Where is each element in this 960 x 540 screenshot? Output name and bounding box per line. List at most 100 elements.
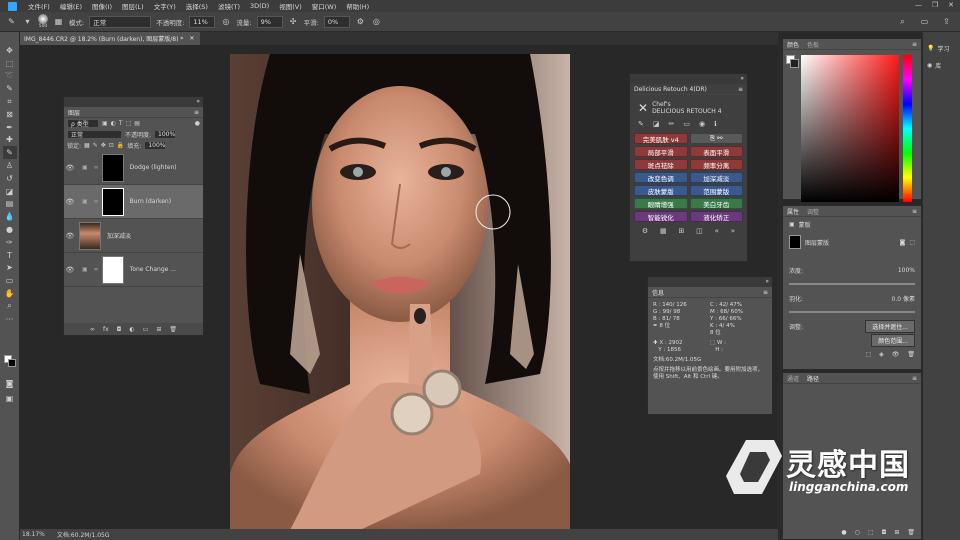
color-tab[interactable]: 颜色 — [787, 40, 799, 49]
liquify-button[interactable]: 液化矫正 — [689, 211, 743, 222]
eye-enhance-button[interactable]: 眼睛增强 — [634, 198, 688, 209]
close-tab-icon[interactable]: ✕ — [189, 35, 194, 42]
brush-settings-icon[interactable]: ▦ — [53, 16, 64, 27]
chain-link-icon[interactable]: ∞ — [94, 266, 99, 273]
portrait-photo[interactable] — [230, 54, 570, 530]
menu-3d[interactable]: 3D(D) — [245, 2, 274, 10]
channels-tab[interactable]: 通道 — [787, 374, 799, 383]
visibility-eye-icon[interactable]: 👁 — [64, 164, 76, 172]
trash-icon[interactable]: 🗑 — [169, 326, 177, 333]
menu-type[interactable]: 文字(Y) — [149, 1, 181, 11]
fx-icon[interactable]: fx — [103, 326, 109, 333]
pressure-opacity-icon[interactable]: ◎ — [220, 16, 231, 27]
filter-toggle-icon[interactable]: ● — [195, 120, 200, 127]
brush-icon[interactable]: ✎ — [638, 120, 644, 128]
quick-select-tool-icon[interactable]: ✎ — [3, 82, 17, 95]
collapse-icon[interactable]: » — [196, 98, 200, 105]
layers-icon[interactable]: ◫ — [696, 227, 703, 235]
grid-icon[interactable]: ⊞ — [678, 227, 684, 235]
lock-paint-icon[interactable]: ✎ — [93, 142, 98, 149]
toggle-mask-icon[interactable]: 👁 — [892, 351, 900, 358]
lock-transparent-icon[interactable]: ▦ — [84, 142, 90, 149]
retouch-panel-header[interactable]: » — [630, 74, 747, 84]
zoom-level[interactable]: 18.17% — [22, 531, 45, 538]
density-slider[interactable] — [789, 283, 915, 285]
stamp-tool-icon[interactable]: ♙ — [3, 159, 17, 172]
info-tab[interactable]: 信息 ≡ — [648, 287, 772, 298]
crop-tool-icon[interactable]: ⌗ — [3, 95, 17, 108]
layer-row-selected[interactable]: 👁 ▣ ∞ Burn (darken) — [64, 185, 203, 219]
eraser-tool-icon[interactable]: ◪ — [3, 185, 17, 198]
blend-mode-select[interactable]: 正常 — [67, 130, 122, 139]
healing-tool-icon[interactable]: ✚ — [3, 134, 17, 147]
path-select-tool-icon[interactable]: ➤ — [3, 262, 17, 275]
menu-window[interactable]: 窗口(W) — [307, 1, 342, 11]
dodge-tool-icon[interactable]: ● — [3, 223, 17, 236]
menu-edit[interactable]: 编辑(E) — [55, 1, 87, 11]
settings-icon[interactable]: ⚙ — [642, 227, 648, 235]
prev-icon[interactable]: « — [715, 227, 719, 235]
delete-mask-icon[interactable]: 🗑 — [907, 351, 915, 358]
menu-view[interactable]: 视图(V) — [274, 1, 307, 11]
opacity-field[interactable]: 11% — [189, 15, 216, 28]
brush-preset-picker[interactable]: 500 — [38, 14, 48, 29]
pixel-mask-icon[interactable]: ▣ — [789, 221, 795, 228]
share-icon[interactable]: ⇪ — [941, 16, 952, 27]
range-mask-button[interactable]: 范围蒙版 — [689, 185, 743, 196]
brush-tool-icon[interactable]: ✎ — [6, 16, 17, 27]
load-selection-icon[interactable]: ⬚ — [865, 351, 871, 358]
layer-kind-filter[interactable]: ρ 类型 — [67, 119, 99, 128]
menu-select[interactable]: 选择(S) — [181, 1, 213, 11]
color-picker-field[interactable] — [801, 55, 899, 202]
add-mask-icon[interactable]: ◘ — [117, 326, 122, 333]
path-to-selection-icon[interactable]: ⬚ — [868, 529, 874, 536]
layer-mask-thumbnail[interactable] — [101, 187, 124, 216]
restore-icon[interactable]: ❐ — [932, 1, 938, 9]
zoom-tool-icon[interactable]: ⌕ — [3, 300, 17, 313]
hue-slider[interactable] — [903, 55, 912, 202]
density-value[interactable]: 100% — [898, 267, 915, 274]
apply-mask-icon[interactable]: ◈ — [879, 351, 884, 358]
history-brush-tool-icon[interactable]: ↺ — [3, 172, 17, 185]
screen-mode-icon[interactable]: ▣ — [3, 392, 17, 405]
spot-removal-button[interactable]: 斑点祛除 — [634, 159, 688, 170]
mask-icon[interactable]: ▭ — [683, 120, 690, 128]
airbrush-icon[interactable]: ✣ — [288, 16, 299, 27]
gear-icon[interactable]: ⚙ — [355, 16, 366, 27]
chevron-down-icon[interactable]: ▾ — [22, 16, 33, 27]
layer-mask-thumbnail[interactable] — [101, 255, 124, 284]
next-icon[interactable]: » — [731, 227, 735, 235]
gradient-tool-icon[interactable]: ▤ — [3, 198, 17, 211]
mode-select[interactable]: 正常 — [89, 15, 152, 28]
marquee-tool-icon[interactable]: ⬚ — [3, 57, 17, 70]
fill-field[interactable]: 100% — [144, 141, 167, 150]
panel-menu-icon[interactable]: ≡ — [912, 375, 917, 382]
adjustment-icon[interactable]: ◐ — [129, 326, 134, 333]
frequency-separation-button[interactable]: 频率分离 — [689, 159, 743, 170]
layer-row[interactable]: 👁 ▣ ∞ Tone Change ... — [64, 253, 203, 287]
link-layers-icon[interactable]: ∞ — [90, 326, 95, 333]
collapse-icon[interactable]: » — [740, 75, 744, 82]
panel-menu-icon[interactable]: ≡ — [912, 208, 917, 215]
shape-filter-icon[interactable]: ⬚ — [126, 120, 132, 127]
document-tab[interactable]: IMG_8446.CR2 @ 18.2% (Burn (darken), 图层蒙… — [20, 32, 200, 45]
stroke-path-icon[interactable]: ○ — [855, 529, 860, 536]
feather-value[interactable]: 0.0 像素 — [892, 294, 915, 303]
library-item[interactable]: ◉ 库 — [923, 57, 960, 74]
visibility-eye-icon[interactable]: 👁 — [64, 232, 76, 240]
surface-smooth-button[interactable]: 表面平滑 — [689, 146, 743, 157]
menu-file[interactable]: 文件(F) — [23, 1, 55, 11]
background-color-swatch[interactable] — [8, 359, 16, 367]
pencil-icon[interactable]: ✏ — [669, 120, 675, 128]
film-icon[interactable]: ▦ — [660, 227, 667, 235]
layer-mask-thumbnail[interactable] — [101, 153, 124, 182]
properties-tab[interactable]: 属性 — [787, 207, 799, 216]
eraser-icon[interactable]: ◪ — [653, 120, 660, 128]
vector-mask-icon[interactable]: ⬚ — [909, 239, 915, 246]
teeth-whiten-button[interactable]: 美白牙齿 — [689, 198, 743, 209]
pen-tool-icon[interactable]: ✑ — [3, 236, 17, 249]
menu-filter[interactable]: 滤镜(T) — [213, 1, 245, 11]
more-tools-icon[interactable]: ··· — [3, 313, 17, 326]
layers-panel-header[interactable]: » — [64, 97, 203, 107]
symmetry-icon[interactable] — [881, 16, 892, 27]
